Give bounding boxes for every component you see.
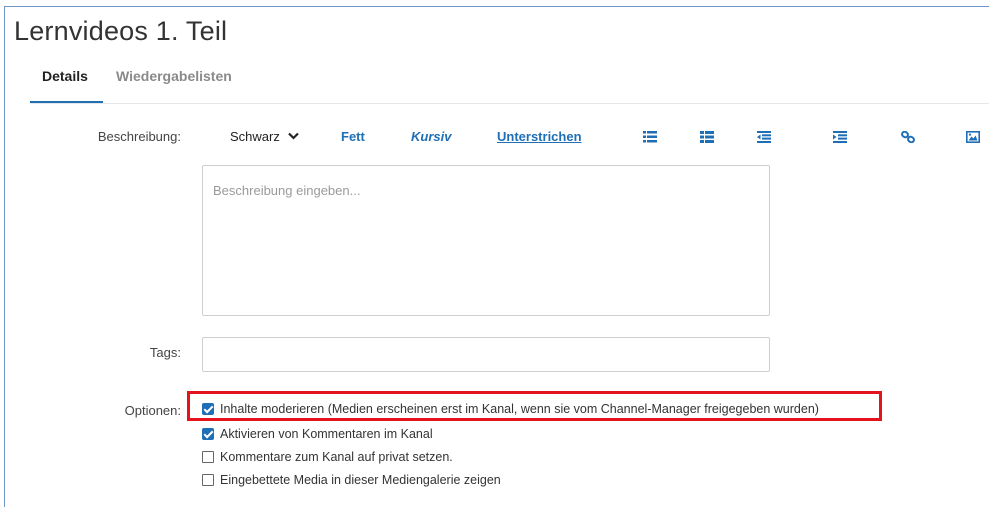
indent-icon[interactable] xyxy=(833,130,847,143)
link-icon[interactable] xyxy=(901,130,915,144)
private-comments-checkbox[interactable] xyxy=(202,451,214,463)
option-label: Eingebettete Media in dieser Mediengaler… xyxy=(220,473,501,487)
option-show-embedded-media[interactable]: Eingebettete Media in dieser Mediengaler… xyxy=(202,473,501,487)
color-select-value: Schwarz xyxy=(230,129,280,144)
italic-button[interactable]: Kursiv xyxy=(411,129,451,144)
option-enable-comments[interactable]: Aktivieren von Kommentaren im Kanal xyxy=(202,427,433,441)
highlight-annotation-box xyxy=(187,391,882,421)
chevron-down-icon xyxy=(288,131,299,143)
tab-details[interactable]: Details xyxy=(42,68,88,84)
numbered-list-icon[interactable] xyxy=(700,130,714,143)
bulleted-list-icon[interactable] xyxy=(643,130,657,143)
enable-comments-checkbox[interactable] xyxy=(202,428,214,440)
description-textarea[interactable]: Beschreibung eingeben... xyxy=(202,165,770,316)
show-embedded-media-checkbox[interactable] xyxy=(202,474,214,486)
tags-label: Tags: xyxy=(149,345,181,360)
option-private-comments[interactable]: Kommentare zum Kanal auf privat setzen. xyxy=(202,450,453,464)
tags-input[interactable] xyxy=(202,337,770,372)
options-label: Optionen: xyxy=(124,403,181,418)
outdent-icon[interactable] xyxy=(757,130,771,143)
underline-button[interactable]: Unterstrichen xyxy=(497,129,582,144)
color-select[interactable]: Schwarz xyxy=(230,129,299,144)
tab-wiedergabelisten[interactable]: Wiedergabelisten xyxy=(116,68,232,84)
description-placeholder: Beschreibung eingeben... xyxy=(213,183,361,198)
page-title: Lernvideos 1. Teil xyxy=(14,16,228,46)
tab-divider xyxy=(30,103,989,104)
option-label: Kommentare zum Kanal auf privat setzen. xyxy=(220,450,453,464)
image-icon[interactable] xyxy=(966,130,980,143)
option-label: Aktivieren von Kommentaren im Kanal xyxy=(220,427,433,441)
description-label: Beschreibung: xyxy=(97,129,181,144)
tab-bar: Details Wiedergabelisten xyxy=(30,62,989,104)
bold-button[interactable]: Fett xyxy=(341,129,365,144)
